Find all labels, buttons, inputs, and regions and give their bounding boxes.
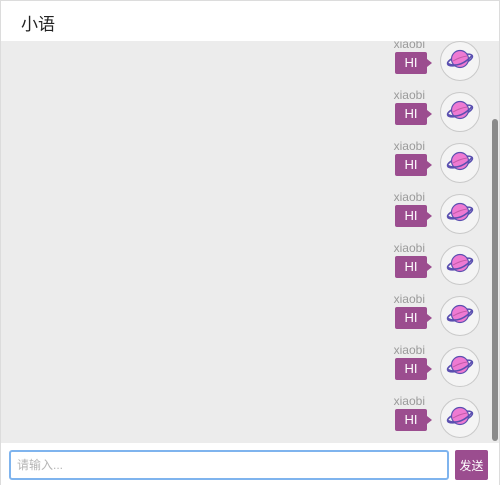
message-username: xiaobi: [393, 292, 425, 306]
message-item: xiaobi HI: [377, 343, 487, 391]
message-list[interactable]: xiaobi HI xiaobi HI xiaobi HI xiaobi HI …: [1, 41, 499, 443]
chat-header: 小语: [1, 1, 499, 41]
message-bubble: HI: [395, 154, 432, 176]
planet-icon: [445, 248, 475, 283]
message-bubble: HI: [395, 409, 432, 431]
message-username: xiaobi: [393, 139, 425, 153]
send-button[interactable]: 发送: [455, 450, 488, 480]
message-item: xiaobi HI: [377, 190, 487, 238]
message-input[interactable]: [9, 450, 449, 480]
planet-icon: [445, 350, 475, 385]
planet-icon: [445, 44, 475, 79]
avatar[interactable]: [440, 296, 480, 336]
avatar[interactable]: [440, 41, 480, 81]
planet-icon: [445, 401, 475, 436]
avatar[interactable]: [440, 347, 480, 387]
message-item: xiaobi HI: [377, 139, 487, 187]
message-bubble: HI: [395, 358, 432, 380]
avatar[interactable]: [440, 245, 480, 285]
message-username: xiaobi: [393, 41, 425, 51]
planet-icon: [445, 95, 475, 130]
message-bubble: HI: [395, 103, 432, 125]
message-bubble: HI: [395, 205, 432, 227]
planet-icon: [445, 197, 475, 232]
message-item: xiaobi HI: [377, 241, 487, 289]
avatar[interactable]: [440, 398, 480, 438]
avatar[interactable]: [440, 92, 480, 132]
message-username: xiaobi: [393, 88, 425, 102]
scrollbar[interactable]: [492, 119, 498, 441]
message-bubble: HI: [395, 52, 432, 74]
message-bubble: HI: [395, 307, 432, 329]
chat-window: 小语 xiaobi HI xiaobi HI xiaobi HI xiaobi …: [0, 0, 500, 485]
message-bubble: HI: [395, 256, 432, 278]
message-item: xiaobi HI: [377, 88, 487, 136]
composer-bar: 发送: [1, 443, 499, 485]
avatar[interactable]: [440, 194, 480, 234]
message-username: xiaobi: [393, 343, 425, 357]
message-username: xiaobi: [393, 190, 425, 204]
message-username: xiaobi: [393, 241, 425, 255]
avatar[interactable]: [440, 143, 480, 183]
message-item: xiaobi HI: [377, 292, 487, 340]
message-item: xiaobi HI: [377, 394, 487, 442]
chat-title: 小语: [21, 15, 55, 35]
message-item: xiaobi HI: [377, 41, 487, 85]
planet-icon: [445, 146, 475, 181]
message-username: xiaobi: [393, 394, 425, 408]
planet-icon: [445, 299, 475, 334]
